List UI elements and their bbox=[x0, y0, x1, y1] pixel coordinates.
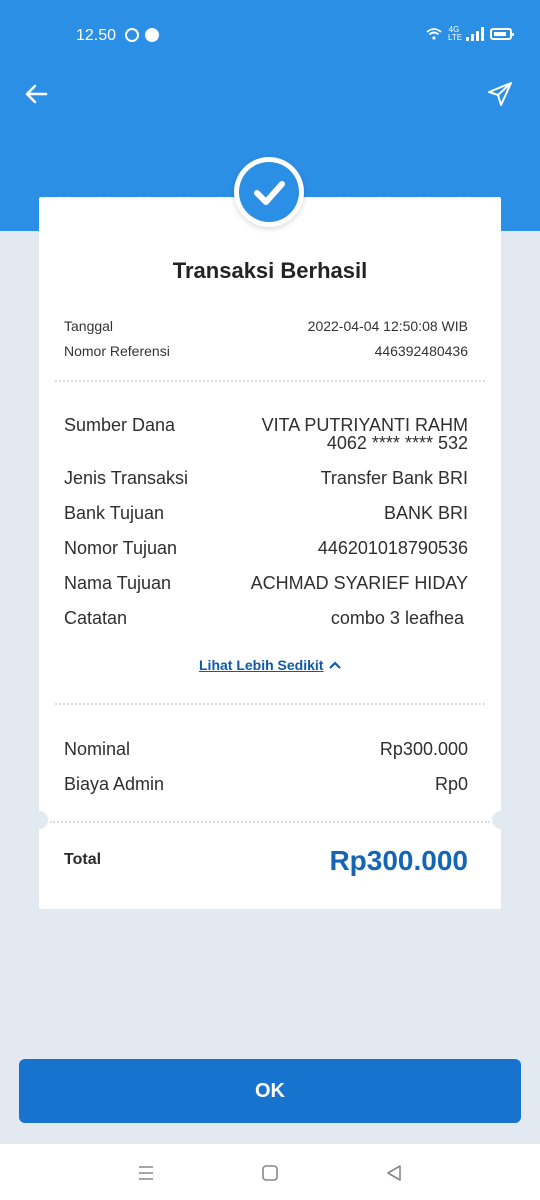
back-button[interactable] bbox=[22, 80, 50, 108]
receipt-notch-left bbox=[30, 811, 48, 829]
check-icon bbox=[254, 181, 285, 205]
whatsapp-icon bbox=[125, 28, 139, 42]
back-arrow-icon bbox=[25, 84, 48, 104]
ok-button[interactable]: OK bbox=[19, 1059, 521, 1123]
send-icon bbox=[488, 82, 512, 106]
detail-value: combo 3 leafhea bbox=[330, 608, 464, 628]
share-button[interactable] bbox=[486, 80, 514, 108]
meta-reference-value: 446392480436 bbox=[374, 343, 468, 359]
status-right-icons: 4G LTE bbox=[426, 25, 514, 42]
chrome-icon bbox=[145, 28, 159, 42]
source-of-funds-label: Sumber Dana bbox=[64, 415, 176, 435]
receipt-scallop-bottom bbox=[39, 904, 501, 914]
amount-label: Nominal bbox=[64, 739, 131, 759]
divider bbox=[50, 821, 490, 823]
battery-icon bbox=[490, 28, 514, 40]
detail-label: Nama Tujuan bbox=[64, 573, 172, 593]
divider bbox=[55, 703, 485, 705]
home-square-icon[interactable] bbox=[259, 1162, 281, 1184]
signal-icon bbox=[466, 27, 484, 41]
chevron-up-icon bbox=[329, 661, 342, 669]
notification-icons bbox=[125, 28, 159, 42]
receipt-notch-right bbox=[492, 811, 510, 829]
detail-label: Jenis Transaksi bbox=[64, 468, 189, 488]
network-type-label: 4G LTE bbox=[448, 25, 463, 42]
total-label: Total bbox=[64, 851, 102, 868]
amount-label: Biaya Admin bbox=[64, 774, 165, 794]
amount-value: Rp0 bbox=[434, 774, 468, 794]
detail-label: Bank Tujuan bbox=[64, 503, 165, 523]
source-card-number: 4062 **** **** 532 bbox=[326, 433, 468, 453]
detail-value: 446201018790536 bbox=[317, 538, 468, 558]
transaction-status-title: Transaksi Berhasil bbox=[172, 258, 368, 283]
see-less-label: Lihat Lebih Sedikit bbox=[199, 657, 324, 673]
detail-label: Nomor Tujuan bbox=[64, 538, 178, 558]
meta-date-value: 2022-04-04 12:50:08 WIB bbox=[307, 318, 468, 334]
meta-reference-label: Nomor Referensi bbox=[64, 343, 170, 359]
success-badge bbox=[234, 157, 304, 227]
total-value: Rp300.000 bbox=[329, 845, 468, 876]
see-less-link[interactable]: Lihat Lebih Sedikit bbox=[199, 657, 342, 673]
back-triangle-icon[interactable] bbox=[383, 1162, 405, 1184]
detail-value: Transfer Bank BRI bbox=[320, 468, 468, 488]
system-nav-bar bbox=[0, 1144, 540, 1200]
wifi-icon bbox=[426, 28, 442, 40]
status-time: 12.50 bbox=[76, 27, 117, 44]
menu-icon[interactable] bbox=[135, 1162, 157, 1184]
divider bbox=[55, 380, 485, 382]
detail-label: Catatan bbox=[64, 608, 128, 628]
detail-value: BANK BRI bbox=[383, 503, 468, 523]
meta-date-label: Tanggal bbox=[64, 318, 114, 334]
detail-value: ACHMAD SYARIEF HIDAY bbox=[250, 573, 468, 593]
status-bar: 12.50 4G LTE bbox=[0, 0, 540, 70]
amount-value: Rp300.000 bbox=[379, 739, 468, 759]
